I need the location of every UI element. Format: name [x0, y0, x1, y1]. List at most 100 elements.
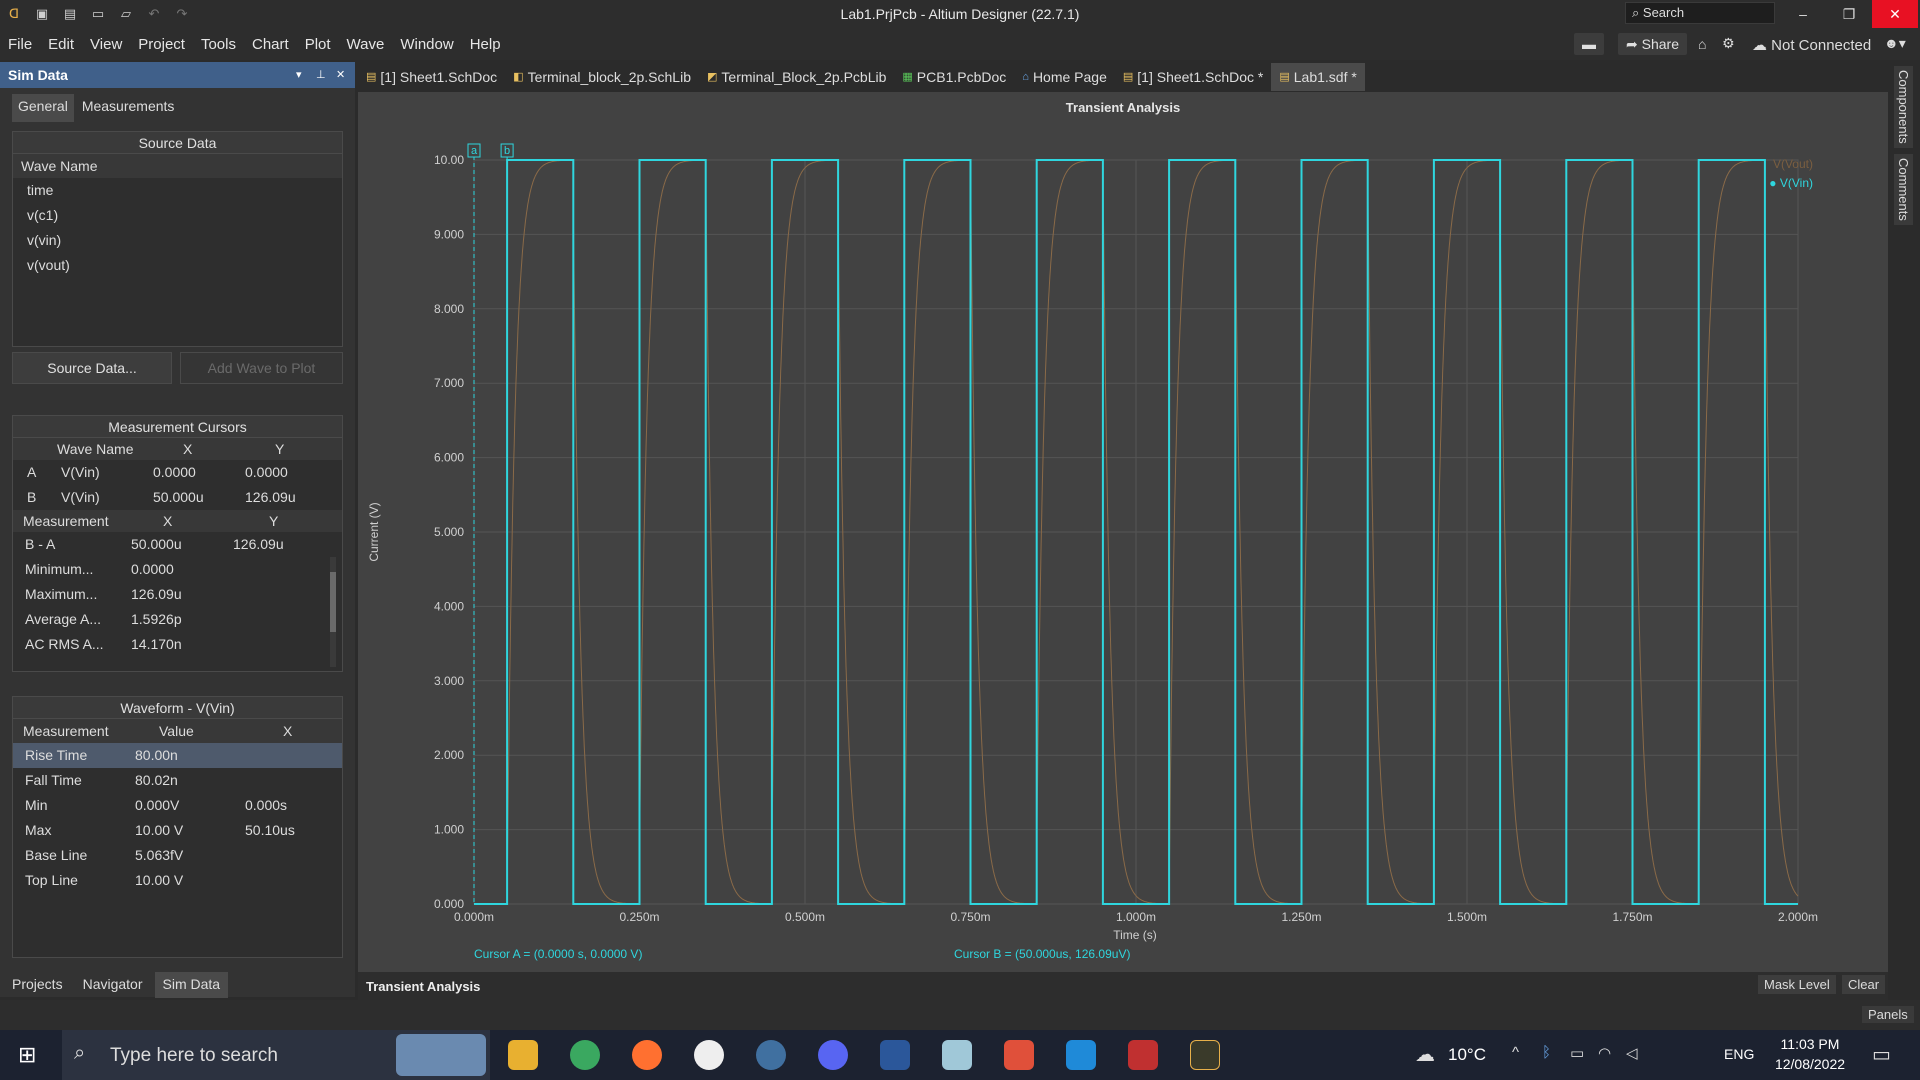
word-icon[interactable] [880, 1040, 910, 1070]
tab-sim-data[interactable]: Sim Data [154, 972, 229, 998]
panel-menu-icon[interactable]: ▾ [296, 62, 302, 88]
altium-icon[interactable] [1190, 1040, 1220, 1070]
tab-pcb1[interactable]: ▦ PCB1.PcbDoc [894, 63, 1014, 91]
menu-file[interactable]: File [0, 36, 40, 53]
list-item[interactable]: v(c1) [13, 203, 342, 228]
wifi-icon[interactable]: ◠ [1598, 1044, 1611, 1062]
open-project-icon[interactable]: ▱ [118, 6, 134, 22]
table-row[interactable]: Max 10.00 V 50.10us [13, 818, 342, 843]
minimize-button[interactable]: – [1780, 0, 1826, 28]
file-explorer-icon[interactable] [508, 1040, 538, 1070]
panel-close-icon[interactable]: ✕ [336, 62, 345, 88]
close-button[interactable]: ✕ [1872, 0, 1918, 28]
table-row[interactable]: AC RMS A... 14.170n [13, 632, 342, 657]
tab-projects[interactable]: Projects [4, 972, 71, 998]
w-name: Min [25, 797, 48, 813]
panels-button[interactable]: Panels [1862, 1006, 1914, 1023]
taskbar-search[interactable]: ⌕ Type here to search [62, 1030, 490, 1080]
share-button[interactable]: ➦ Share [1618, 33, 1687, 55]
table-row[interactable]: Top Line 10.00 V [13, 868, 342, 893]
tab-lab1-sdf[interactable]: ▤ Lab1.sdf * [1271, 63, 1365, 91]
menu-window[interactable]: Window [392, 36, 461, 53]
cursors-header: Measurement Cursors [13, 416, 342, 438]
chart-area[interactable]: Transient Analysis 0.000 1.000 2.000 3.000 4… [358, 92, 1888, 972]
bee-app-icon[interactable] [694, 1040, 724, 1070]
app-icon[interactable] [1128, 1040, 1158, 1070]
home-icon[interactable]: ⌂ [1698, 36, 1706, 52]
table-row[interactable]: B - A 50.000u 126.09u [13, 532, 342, 557]
table-row[interactable]: Average A... 1.5926p [13, 607, 342, 632]
list-item[interactable]: v(vin) [13, 228, 342, 253]
tab-navigator[interactable]: Navigator [75, 972, 151, 998]
table-row[interactable]: Rise Time 80.00n [13, 743, 342, 768]
battery-icon[interactable]: ▭ [1570, 1044, 1584, 1062]
volume-icon[interactable]: ◁ [1626, 1044, 1638, 1062]
table-row[interactable]: Maximum... 126.09u [13, 582, 342, 607]
clock-date[interactable]: 12/08/2022 [1770, 1056, 1850, 1072]
search-box[interactable]: ⌕ Search [1625, 2, 1775, 24]
firefox-icon[interactable] [632, 1040, 662, 1070]
menu-chart[interactable]: Chart [244, 36, 297, 53]
table-row[interactable]: Minimum... 0.0000 [13, 557, 342, 582]
list-item[interactable]: v(vout) [13, 253, 342, 278]
legend-vout[interactable]: V(Vout) [1773, 157, 1813, 171]
table-row[interactable]: Min 0.000V 0.000s [13, 793, 342, 818]
tab-general[interactable]: General [12, 94, 74, 122]
clear-button[interactable]: Clear [1842, 975, 1886, 994]
comments-panel-tab[interactable]: Comments [1894, 154, 1913, 225]
components-panel-tab[interactable]: Components [1894, 66, 1913, 148]
tab-sheet1-schdoc-modified[interactable]: ▤ [1] Sheet1.SchDoc * [1115, 63, 1271, 91]
undo-icon[interactable]: ↶ [146, 6, 162, 22]
notification-icon[interactable]: ▭ [1872, 1042, 1891, 1067]
clock-time[interactable]: 11:03 PM [1770, 1036, 1850, 1052]
tab-terminal-pcblib[interactable]: ◩ Terminal_Block_2p.PcbLib [699, 63, 894, 91]
user-icon[interactable]: ☻▾ [1884, 35, 1906, 52]
save-icon[interactable]: ▣ [34, 6, 50, 22]
menu-project[interactable]: Project [130, 36, 193, 53]
transient-chart[interactable]: Transient Analysis 0.000 1.000 2.000 3.000 4… [358, 92, 1888, 972]
table-row[interactable]: Fall Time 80.02n [13, 768, 342, 793]
menu-plot[interactable]: Plot [297, 36, 339, 53]
vscode-icon[interactable] [1066, 1040, 1096, 1070]
language[interactable]: ENG [1724, 1046, 1754, 1062]
windows-start-icon[interactable]: ⊞ [18, 1042, 36, 1068]
tray-chevron-icon[interactable]: ^ [1512, 1044, 1519, 1061]
menu-tools[interactable]: Tools [193, 36, 244, 53]
notes-app-icon[interactable] [942, 1040, 972, 1070]
source-data-button[interactable]: Source Data... [12, 352, 172, 384]
list-item[interactable]: time [13, 178, 342, 203]
save-all-icon[interactable]: ▤ [62, 6, 78, 22]
tab-home-page[interactable]: ⌂ Home Page [1014, 63, 1115, 91]
legend-vin[interactable]: ● V(Vin) [1769, 176, 1813, 190]
tab-measurements[interactable]: Measurements [76, 94, 181, 122]
col-y: Y [275, 441, 285, 457]
discord-icon[interactable] [818, 1040, 848, 1070]
table-row[interactable]: Base Line 5.063fV [13, 843, 342, 868]
menu-view[interactable]: View [82, 36, 130, 53]
open-icon[interactable]: ▭ [90, 6, 106, 22]
gear-icon[interactable]: ⚙ [1722, 35, 1735, 52]
y-tick-label: 10.00 [434, 153, 464, 167]
mask-level-button[interactable]: Mask Level [1758, 975, 1836, 994]
table-row[interactable]: A V(Vin) 0.0000 0.0000 [13, 460, 342, 485]
menu-help[interactable]: Help [462, 36, 509, 53]
restore-button[interactable]: ❐ [1826, 0, 1872, 28]
scrollbar[interactable] [330, 557, 336, 667]
footer-tab-transient[interactable]: Transient Analysis [366, 979, 480, 994]
steam-icon[interactable] [756, 1040, 786, 1070]
bluetooth-icon[interactable]: ᛒ [1542, 1044, 1551, 1061]
add-wave-button[interactable]: Add Wave to Plot [180, 352, 343, 384]
connection-status[interactable]: ☁ Not Connected [1752, 36, 1871, 54]
git-icon[interactable] [1004, 1040, 1034, 1070]
chat-button[interactable]: ▬ [1574, 33, 1604, 55]
pin-icon[interactable]: ⊥ [316, 62, 326, 88]
chatgpt-icon[interactable] [570, 1040, 600, 1070]
table-row[interactable]: B V(Vin) 50.000u 126.09u [13, 485, 342, 510]
menu-wave[interactable]: Wave [339, 36, 393, 53]
menu-edit[interactable]: Edit [40, 36, 82, 53]
cursor-label-a: a [471, 145, 478, 157]
tab-sheet1-schdoc[interactable]: ▤ [1] Sheet1.SchDoc [358, 63, 505, 91]
tab-terminal-schlib[interactable]: ◧ Terminal_block_2p.SchLib [505, 63, 699, 91]
search-icon: ⌕ [74, 1042, 86, 1064]
redo-icon[interactable]: ↷ [174, 6, 190, 22]
